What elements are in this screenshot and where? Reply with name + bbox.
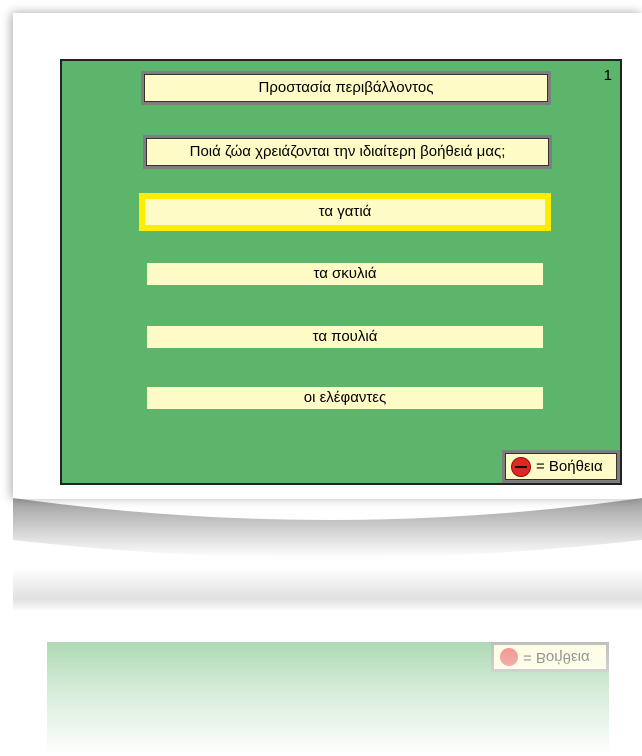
reflected-help-label: = Βοήθεια [523,649,590,666]
slide-card: 1 Προστασία περιβάλλοντος Ποιά ζώα χρειά… [13,13,642,499]
help-label: = Βοήθεια [536,457,603,475]
answer-option-3[interactable]: τα πουλιά [147,326,543,348]
help-circle-icon [511,456,531,477]
reflection-edge [13,568,642,612]
slide-title: Προστασία περιβάλλοντος [141,71,551,105]
quiz-slide: 1 Προστασία περιβάλλοντος Ποιά ζώα χρειά… [60,59,622,485]
answer-option-4[interactable]: οι ελέφαντες [147,387,543,409]
presentation-scene: 1 Προστασία περιβάλλοντος Ποιά ζώα χρειά… [0,0,642,756]
slide-number: 1 [603,67,612,84]
help-button[interactable]: = Βοήθεια [502,450,620,483]
reflected-help-icon [500,648,518,666]
answer-option-2[interactable]: τα σκυλιά [147,263,543,285]
slide-reflection: = Βοήθεια [13,612,642,756]
reflected-help-badge: = Βοήθεια [491,642,609,672]
answer-option-1[interactable]: τα γατιά [139,193,551,231]
question-text: Ποιά ζώα χρειάζονται την ιδιαίτερη βοήθε… [143,135,552,169]
